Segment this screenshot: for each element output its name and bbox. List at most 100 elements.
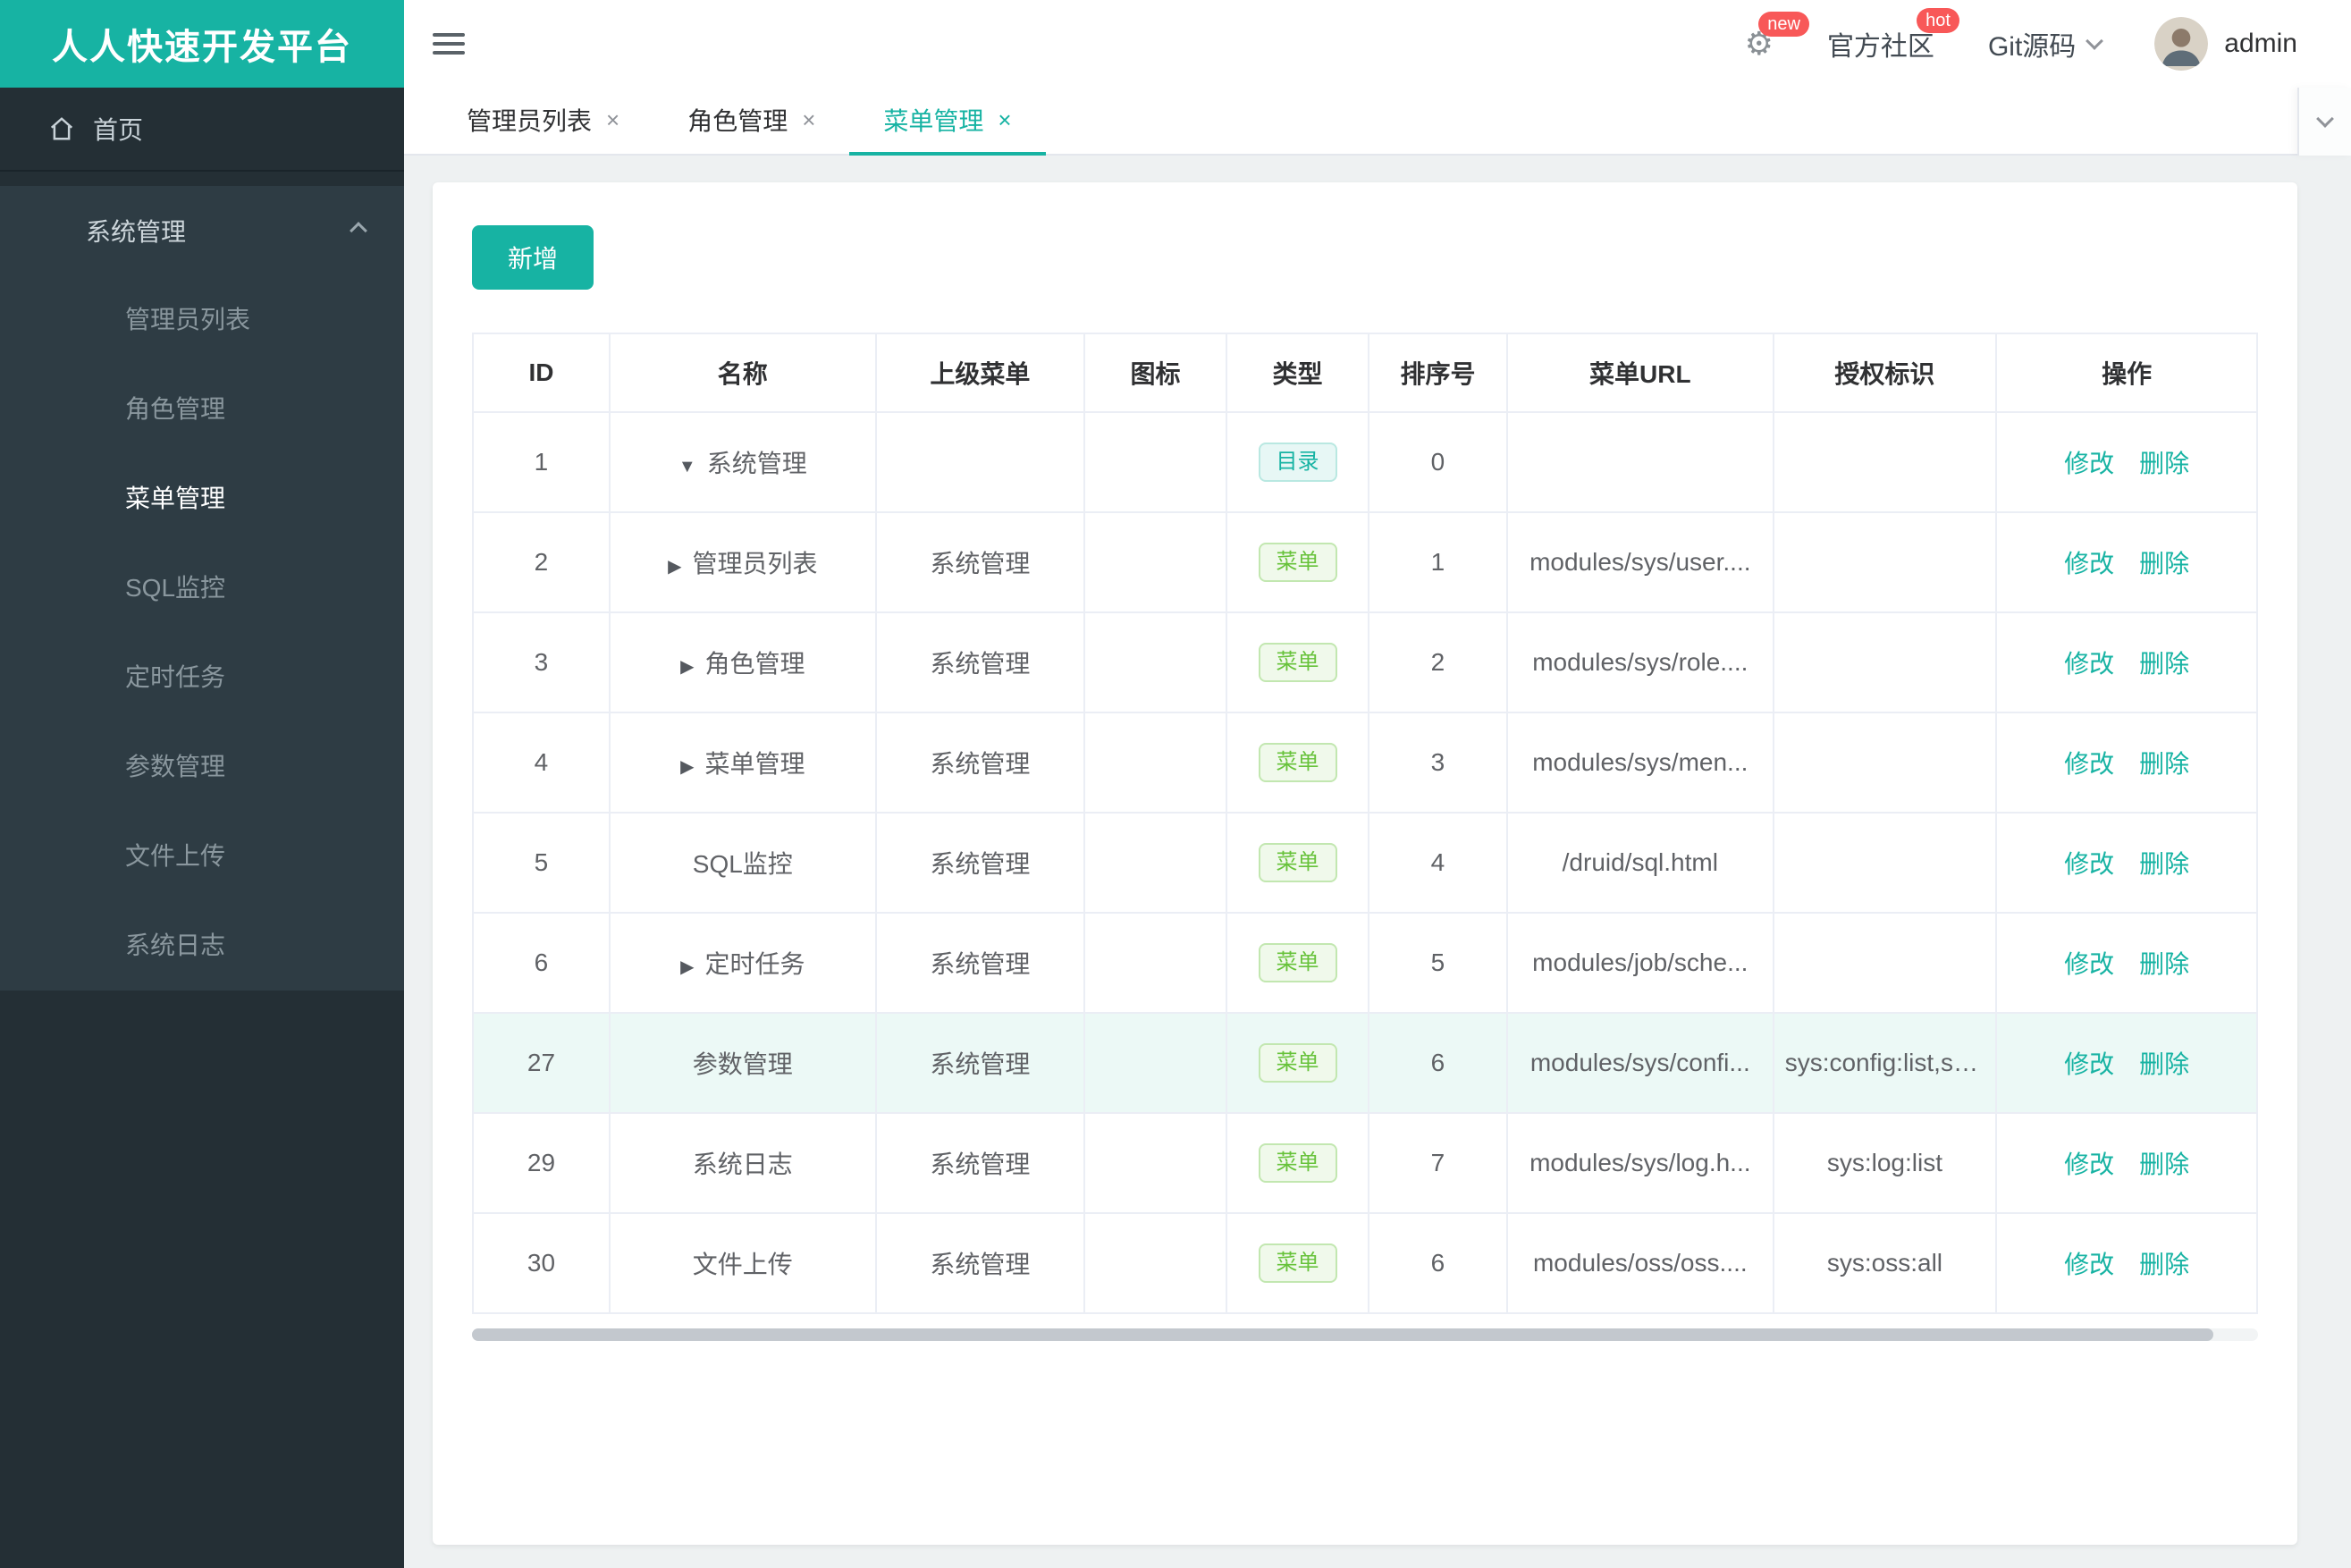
tab-close-icon[interactable]: × xyxy=(606,108,619,131)
cell-id: 5 xyxy=(471,812,611,914)
cell-url: modules/oss/oss.... xyxy=(1505,1212,1774,1314)
settings-gear-icon[interactable]: ⚙ new xyxy=(1745,12,1809,60)
tab-label: 角色管理 xyxy=(687,107,788,135)
delete-link[interactable]: 删除 xyxy=(2139,850,2189,878)
delete-link[interactable]: 删除 xyxy=(2139,650,2189,678)
cell-sort: 7 xyxy=(1367,1112,1508,1214)
cell-ops: 修改 删除 xyxy=(1995,411,2258,513)
table-row: 29 系统日志 系统管理 菜单 7 modules/sys/log.h... sys:log… xyxy=(471,1112,2258,1214)
sidebar-item-file-upload[interactable]: 文件上传 xyxy=(0,812,404,901)
edit-link[interactable]: 修改 xyxy=(2064,450,2114,477)
edit-link[interactable]: 修改 xyxy=(2064,750,2114,778)
horizontal-scrollbar-track xyxy=(472,1328,2258,1341)
sidebar-item-scheduled-jobs[interactable]: 定时任务 xyxy=(0,633,404,722)
sidebar-item-role-mgmt[interactable]: 角色管理 xyxy=(0,365,404,454)
menu-name-label: 文件上传 xyxy=(692,1251,793,1278)
edit-link[interactable]: 修改 xyxy=(2064,1251,2114,1278)
tabs-dropdown-button[interactable] xyxy=(2297,88,2351,156)
type-badge: 菜单 xyxy=(1258,643,1337,682)
delete-link[interactable]: 删除 xyxy=(2139,1251,2189,1278)
tab-menu-mgmt[interactable]: 菜单管理 × xyxy=(849,88,1046,156)
expand-arrow-icon[interactable]: ▶ xyxy=(680,757,694,777)
table-row: 4 ▶ 菜单管理 系统管理 菜单 3 modules/sys/men... 修改 删除 xyxy=(471,712,2258,814)
cell-parent: 系统管理 xyxy=(874,511,1086,613)
sidebar-group-system: 系统管理 管理员列表 角色管理 菜单管理 SQL监控 定时任务 参数管理 文件上传 系统日志 xyxy=(0,186,404,991)
main-column: ⚙ new 官方社区 hot Git源码 admin 管理员列表 × 角色管理 … xyxy=(404,0,2351,1568)
content-card: 新增 ID 名称 上级菜单 图标 类型 排序号 菜单URL 授权标识 操作 1 ▼ 系统管理 目录 0 修… xyxy=(433,182,2297,1545)
tab-close-icon[interactable]: × xyxy=(802,108,815,131)
horizontal-scrollbar-thumb[interactable] xyxy=(472,1328,2214,1341)
cell-type: 菜单 xyxy=(1226,611,1369,713)
table-row: 27 参数管理 系统管理 菜单 6 modules/sys/confi... sys:con… xyxy=(471,1012,2258,1114)
table-row: 3 ▶ 角色管理 系统管理 菜单 2 modules/sys/role.... 修改 删除 xyxy=(471,611,2258,713)
cell-type: 菜单 xyxy=(1226,812,1369,914)
cell-type: 菜单 xyxy=(1226,712,1369,814)
edit-link[interactable]: 修改 xyxy=(2064,950,2114,978)
cell-id: 2 xyxy=(471,511,611,613)
user-menu[interactable]: admin xyxy=(2154,17,2297,71)
git-source-menu[interactable]: Git源码 xyxy=(1987,24,2104,63)
sidebar-group-header[interactable]: 系统管理 xyxy=(0,186,404,275)
delete-link[interactable]: 删除 xyxy=(2139,550,2189,577)
edit-link[interactable]: 修改 xyxy=(2064,650,2114,678)
delete-link[interactable]: 删除 xyxy=(2139,750,2189,778)
cell-name: ▶ 菜单管理 xyxy=(608,712,877,814)
delete-link[interactable]: 删除 xyxy=(2139,450,2189,477)
sidebar-item-param-config[interactable]: 参数管理 xyxy=(0,722,404,812)
sidebar-item-admin-list[interactable]: 管理员列表 xyxy=(0,275,404,365)
edit-link[interactable]: 修改 xyxy=(2064,1151,2114,1178)
table-row: 6 ▶ 定时任务 系统管理 菜单 5 modules/job/sche... 修改 删除 xyxy=(471,912,2258,1014)
cell-parent: 系统管理 xyxy=(874,1112,1086,1214)
tab-close-icon[interactable]: × xyxy=(998,108,1011,131)
new-badge: new xyxy=(1758,12,1809,37)
sidebar-item-home[interactable]: 首页 xyxy=(0,88,404,170)
table-row: 30 文件上传 系统管理 菜单 6 modules/oss/oss.... sys:oss:… xyxy=(471,1212,2258,1314)
expand-arrow-icon[interactable]: ▶ xyxy=(680,957,694,977)
sidebar-item-menu-mgmt[interactable]: 菜单管理 xyxy=(0,454,404,544)
cell-name: ▶ 角色管理 xyxy=(608,611,877,713)
collapse-arrow-icon[interactable]: ▼ xyxy=(678,457,696,476)
topbar: ⚙ new 官方社区 hot Git源码 admin xyxy=(404,0,2351,88)
git-source-label: Git源码 xyxy=(1987,32,2077,62)
cell-name: ▼ 系统管理 xyxy=(608,411,877,513)
sidebar-item-system-log[interactable]: 系统日志 xyxy=(0,901,404,991)
cell-sort: 0 xyxy=(1367,411,1508,513)
add-button[interactable]: 新增 xyxy=(472,225,594,290)
cell-id: 27 xyxy=(471,1012,611,1114)
cell-name: ▶ 管理员列表 xyxy=(608,511,877,613)
cell-url: modules/sys/men... xyxy=(1505,712,1774,814)
delete-link[interactable]: 删除 xyxy=(2139,1050,2189,1078)
sidebar-group-label: 系统管理 xyxy=(86,218,187,246)
cell-url: modules/job/sche... xyxy=(1505,912,1774,1014)
chevron-up-icon xyxy=(350,222,367,240)
delete-link[interactable]: 删除 xyxy=(2139,1151,2189,1178)
tab-admin-list[interactable]: 管理员列表 × xyxy=(433,88,653,156)
menu-name-label: 系统日志 xyxy=(692,1151,793,1178)
sidebar-item-sql-monitor[interactable]: SQL监控 xyxy=(0,544,404,633)
type-badge: 菜单 xyxy=(1258,943,1337,982)
delete-link[interactable]: 删除 xyxy=(2139,950,2189,978)
edit-link[interactable]: 修改 xyxy=(2064,1050,2114,1078)
cell-name: 系统日志 xyxy=(608,1112,877,1214)
cell-ops: 修改 删除 xyxy=(1995,611,2258,713)
table-row: 5 SQL监控 系统管理 菜单 4/druid/sql.html 修改 删除 xyxy=(471,812,2258,914)
cell-type: 菜单 xyxy=(1226,1112,1369,1214)
table-body: 1 ▼ 系统管理 目录 0 修改 删除 2 ▶ 管理员列表 系统管理 菜单 1 modules/sys/u… xyxy=(471,411,2258,1314)
type-badge: 菜单 xyxy=(1258,1143,1337,1183)
sidebar-home-label: 首页 xyxy=(93,116,144,144)
expand-arrow-icon[interactable]: ▶ xyxy=(668,557,681,577)
cell-auth: sys:oss:all xyxy=(1772,1212,1998,1314)
tabbar: 管理员列表 × 角色管理 × 菜单管理 × xyxy=(404,88,2351,156)
cell-parent: 系统管理 xyxy=(874,611,1086,713)
edit-link[interactable]: 修改 xyxy=(2064,850,2114,878)
cell-sort: 5 xyxy=(1367,912,1508,1014)
tab-role-mgmt[interactable]: 角色管理 × xyxy=(653,88,849,156)
cell-parent xyxy=(874,411,1086,513)
edit-link[interactable]: 修改 xyxy=(2064,550,2114,577)
community-label: 官方社区 xyxy=(1826,32,1934,62)
expand-arrow-icon[interactable]: ▶ xyxy=(680,657,694,677)
sidebar-toggle-button[interactable] xyxy=(433,33,468,55)
menu-name-label: 参数管理 xyxy=(692,1050,793,1078)
community-link[interactable]: 官方社区 hot xyxy=(1826,8,1959,63)
username-label: admin xyxy=(2224,29,2297,58)
